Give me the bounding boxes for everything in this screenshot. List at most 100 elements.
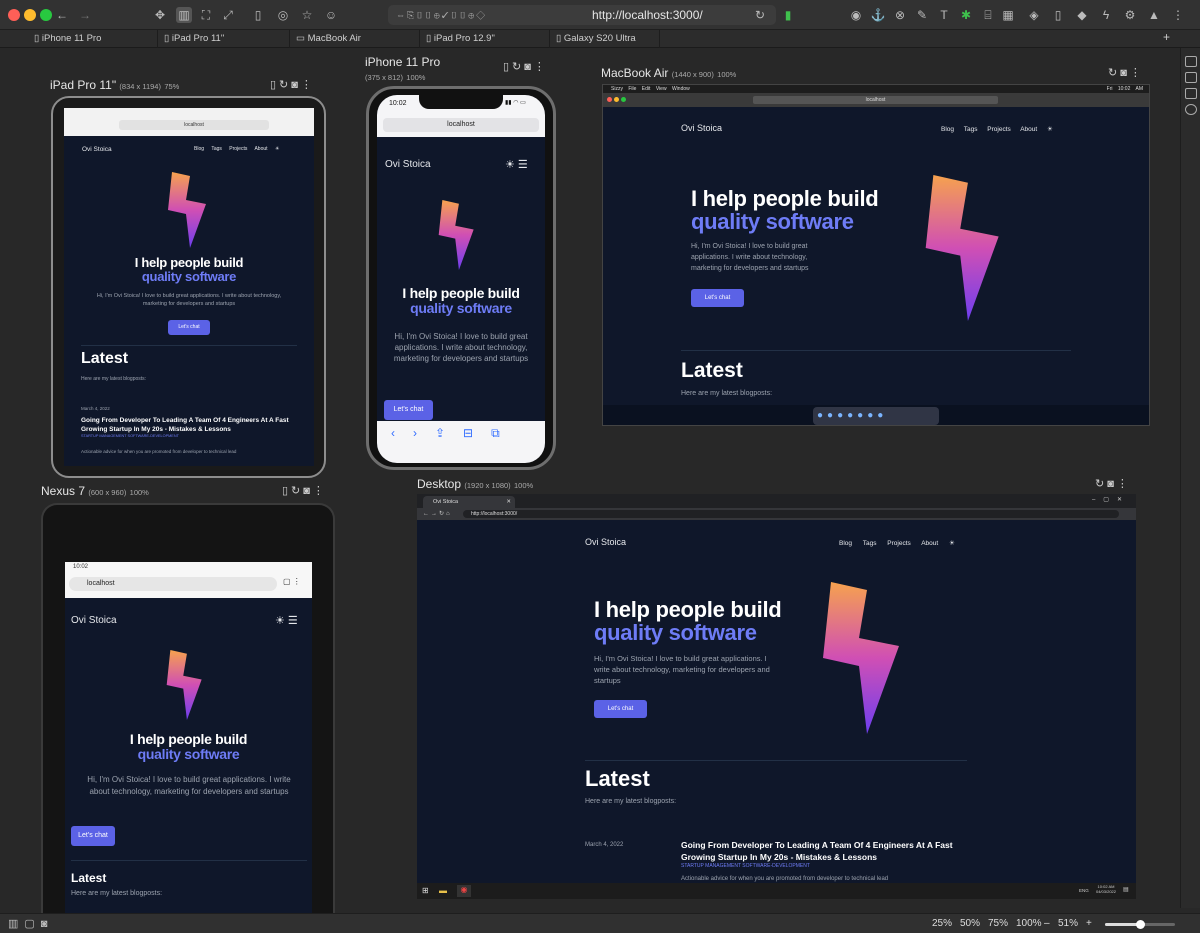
macbook-tools[interactable]: ↻◙⋮ (1108, 66, 1144, 79)
nav-blog[interactable]: Blog (194, 146, 204, 152)
menu-edit[interactable]: Edit (642, 86, 651, 92)
post-title[interactable]: Going From Developer To Leading A Team O… (681, 839, 971, 863)
globe-icon[interactable]: ◎ (275, 7, 291, 23)
windows-start-icon[interactable]: ⊞ (422, 886, 429, 895)
pen-icon[interactable]: ✎ (914, 7, 930, 23)
post-title[interactable]: Going From Developer To Leading A Team O… (81, 416, 293, 434)
nexus-tools[interactable]: ▯↻◙⋮ (282, 484, 327, 497)
mac-close-dot[interactable] (607, 97, 612, 102)
list-icon[interactable] (1185, 72, 1197, 83)
iphone-tools[interactable]: ▯↻◙⋮ (503, 60, 548, 73)
nav-tags[interactable]: Tags (964, 126, 978, 133)
site-brand[interactable]: Ovi Stoica (82, 146, 112, 153)
menu-sizzy[interactable]: Sizzy (611, 86, 623, 92)
drive-icon[interactable]: ⌸ (980, 7, 996, 23)
more-icon[interactable]: ⋮ (1170, 7, 1186, 23)
close-tab-icon[interactable]: ✕ (506, 496, 511, 508)
bug-icon[interactable]: ✱ (958, 7, 974, 23)
ipad11-tools[interactable]: ▯↻◙⋮ (270, 78, 315, 91)
add-tab-button[interactable]: + (1163, 30, 1170, 44)
theme-toggle-icon[interactable]: ☀ (505, 159, 515, 171)
grid-icon[interactable]: ▦ (1000, 7, 1016, 23)
cta-button[interactable]: Let's chat (71, 826, 115, 846)
tab-galaxy-s20[interactable]: ▯ Galaxy S20 Ultra (550, 30, 660, 48)
nav-tags[interactable]: Tags (211, 146, 222, 152)
zoom-in-button[interactable]: + (1086, 918, 1092, 929)
cube-icon[interactable]: ◈ (1026, 7, 1042, 23)
text-icon[interactable]: T (936, 7, 952, 23)
mobile-nav[interactable]: ☀ ☰ (275, 614, 298, 627)
site-nav[interactable]: Blog Tags Projects About ☀ (839, 539, 955, 547)
zoom-out-button[interactable]: – (1044, 918, 1050, 929)
layers-icon[interactable] (1185, 88, 1197, 99)
nav-about[interactable]: About (254, 146, 267, 152)
site-brand[interactable]: Ovi Stoica (71, 615, 117, 626)
back-icon[interactable]: ← (54, 7, 70, 23)
mac-dock[interactable]: ●●●●●●● (813, 407, 939, 425)
chrome-app-icon[interactable]: ◉ (457, 885, 471, 897)
notification-icon[interactable]: ▤ (1123, 886, 1129, 893)
anchor-icon[interactable]: ⚓ (870, 7, 886, 23)
desktop-tools[interactable]: ↻◙⋮ (1095, 477, 1131, 490)
cta-button[interactable]: Let's chat (691, 289, 744, 307)
theme-toggle-icon[interactable]: ☀ (275, 615, 285, 627)
site-brand[interactable]: Ovi Stoica (585, 537, 626, 547)
mac-max-dot[interactable] (621, 97, 626, 102)
site-nav[interactable]: Blog Tags Projects About ☀ (194, 146, 279, 152)
url-text[interactable]: http://localhost:3000/ (592, 5, 703, 25)
theme-toggle-icon[interactable]: ☀ (1047, 126, 1053, 133)
compass-icon[interactable]: ◉ (848, 7, 864, 23)
cta-button[interactable]: Let's chat (384, 400, 433, 420)
bolt-icon[interactable]: ϟ (1098, 7, 1114, 23)
close-window-button[interactable] (8, 9, 20, 21)
ipad11-address[interactable]: localhost (119, 120, 269, 130)
panel-icon[interactable] (1185, 56, 1197, 67)
zoom-25[interactable]: 25% (932, 918, 952, 929)
maximize-window-button[interactable] (40, 9, 52, 21)
chrome-address[interactable]: http://localhost:3000/ (463, 510, 1119, 518)
tab-ipad-pro-11[interactable]: ▯ iPad Pro 11" (158, 30, 290, 48)
user-icon[interactable]: ☺ (323, 7, 339, 23)
star-icon[interactable]: ☆ (299, 7, 315, 23)
url-bar[interactable]: ⇔⎘▯▯⊕✓▯▯⊕◇ http://localhost:3000/ (388, 5, 776, 25)
mac-min-dot[interactable] (614, 97, 619, 102)
nav-blog[interactable]: Blog (941, 126, 954, 133)
nav-projects[interactable]: Projects (987, 126, 1010, 133)
site-brand[interactable]: Ovi Stoica (385, 159, 431, 170)
mac-address[interactable]: localhost (753, 96, 998, 104)
nav-about[interactable]: About (1020, 126, 1037, 133)
post-tags[interactable]: STARTUP MANAGEMENT SOFTWARE-DEVELOPMENT (681, 863, 810, 869)
nav-about[interactable]: About (921, 540, 938, 547)
menu-file[interactable]: File (628, 86, 636, 92)
block-icon[interactable]: ⊗ (892, 7, 908, 23)
window-controls[interactable]: –▢✕ (1092, 496, 1130, 503)
stats-icon[interactable]: ▮ (780, 7, 796, 23)
iphone-address[interactable]: localhost (383, 118, 539, 132)
zoom-75[interactable]: 75% (988, 918, 1008, 929)
chrome-tab[interactable]: Ovi Stoica ✕ (423, 496, 515, 508)
settings-icon[interactable]: ⚙ (1122, 7, 1138, 23)
nexus-address[interactable]: localhost (69, 577, 277, 591)
graduation-icon[interactable]: ▲ (1146, 7, 1162, 23)
tab-macbook-air[interactable]: ▭ MacBook Air (290, 30, 420, 48)
site-brand[interactable]: Ovi Stoica (681, 123, 722, 133)
cta-button[interactable]: Let's chat (594, 700, 647, 718)
nav-tags[interactable]: Tags (863, 540, 877, 547)
zoom-100[interactable]: 100% (1016, 918, 1042, 929)
device-icon[interactable]: ▯ (250, 7, 266, 23)
focus-icon[interactable]: ⛶ (198, 7, 214, 23)
expand-icon[interactable]: ⤢ (220, 7, 236, 23)
eraser-icon[interactable]: ◆ (1074, 7, 1090, 23)
tab-ipad-pro-12[interactable]: ▯ iPad Pro 12.9" (420, 30, 550, 48)
minimize-window-button[interactable] (24, 9, 36, 21)
move-icon[interactable]: ✥ (152, 7, 168, 23)
forward-icon[interactable]: → (77, 7, 93, 23)
settings-side-icon[interactable] (1185, 104, 1197, 115)
safari-toolbar[interactable]: ‹›⇪⊟⧉ (377, 421, 545, 463)
menu-window[interactable]: Window (672, 86, 690, 92)
reload-icon[interactable]: ↻ (752, 7, 768, 23)
tab-iphone-11-pro[interactable]: ▯ iPhone 11 Pro (28, 30, 158, 48)
post-tags[interactable]: STARTUP MANAGEMENT SOFTWARE-DEVELOPMENT (81, 434, 179, 438)
zoom-slider[interactable] (1105, 920, 1175, 929)
nav-blog[interactable]: Blog (839, 540, 852, 547)
